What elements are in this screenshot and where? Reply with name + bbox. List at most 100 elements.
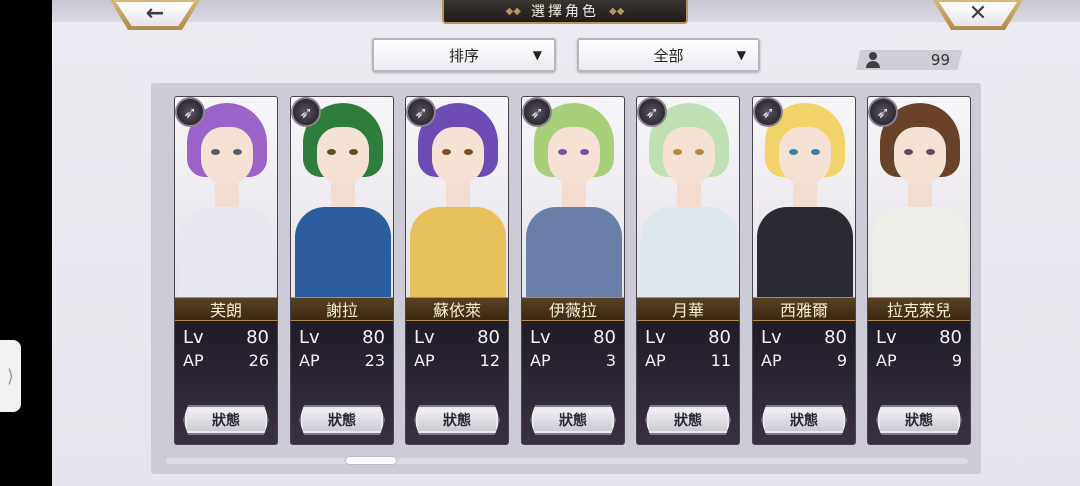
character-name: 月華: [637, 297, 739, 321]
level-value: 80: [824, 326, 847, 348]
level-value: 80: [362, 326, 385, 348]
ap-label: AP: [876, 350, 897, 370]
ap-label: AP: [761, 350, 782, 370]
character-card[interactable]: ➶ 蘇依萊 Lv 80 AP 12 狀態: [405, 96, 509, 445]
page-title: 選擇角色: [531, 4, 599, 20]
portrait-face: [201, 127, 253, 185]
level-row: Lv 80: [299, 326, 385, 348]
portrait-eye: [904, 149, 913, 155]
status-button[interactable]: 狀態: [645, 405, 731, 435]
character-card[interactable]: ➶ 月華 Lv 80 AP 11 狀態: [636, 96, 740, 445]
horizontal-scrollbar-track[interactable]: [166, 458, 968, 464]
ap-label: AP: [530, 350, 551, 370]
status-button[interactable]: 狀態: [414, 405, 500, 435]
portrait-outfit: [641, 207, 737, 299]
character-name: 芙朗: [175, 297, 277, 321]
ap-label: AP: [414, 350, 435, 370]
portrait-face: [779, 127, 831, 185]
ap-row: AP 3: [530, 349, 616, 371]
ap-value: 9: [836, 350, 847, 370]
portrait-outfit: [872, 207, 968, 299]
level-row: Lv 80: [645, 326, 731, 348]
portrait-face: [548, 127, 600, 185]
bow-icon: ➶: [291, 97, 321, 127]
portrait-eye: [926, 149, 935, 155]
portrait-neck: [793, 183, 817, 209]
ap-row: AP 9: [876, 349, 962, 371]
character-name: 謝拉: [291, 297, 393, 321]
level-value: 80: [246, 326, 269, 348]
back-arrow-icon: ←: [116, 2, 194, 26]
status-button[interactable]: 狀態: [876, 405, 962, 435]
character-name: 拉克萊兒: [868, 297, 970, 321]
level-label: Lv: [183, 326, 204, 348]
character-portrait: [406, 97, 508, 299]
crossbow-icon: ➶: [637, 97, 667, 127]
level-label: Lv: [299, 326, 320, 348]
portrait-face: [432, 127, 484, 185]
ap-row: AP 23: [299, 349, 385, 371]
chevron-down-icon: ▼: [532, 48, 542, 62]
bow-icon: ➶: [406, 97, 436, 127]
level-label: Lv: [876, 326, 897, 348]
character-card[interactable]: ➶ 西雅爾 Lv 80 AP 9 狀態: [752, 96, 856, 445]
portrait-eye: [580, 149, 589, 155]
sort-dropdown[interactable]: 排序 ▼: [372, 38, 556, 72]
level-label: Lv: [645, 326, 666, 348]
bow-icon: ➶: [175, 97, 205, 127]
chevron-down-icon: ▼: [736, 48, 746, 62]
level-value: 80: [708, 326, 731, 348]
status-button[interactable]: 狀態: [183, 405, 269, 435]
portrait-face: [894, 127, 946, 185]
character-card[interactable]: ➶ 拉克萊兒 Lv 80 AP 9 狀態: [867, 96, 971, 445]
side-panel-handle[interactable]: ⟩: [0, 340, 21, 412]
status-button[interactable]: 狀態: [299, 405, 385, 435]
level-row: Lv 80: [183, 326, 269, 348]
portrait-neck: [446, 183, 470, 209]
character-card[interactable]: ➶ 芙朗 Lv 80 AP 26 狀態: [174, 96, 278, 445]
level-value: 80: [939, 326, 962, 348]
title-ornament-right-icon: ◆◆: [609, 5, 625, 17]
level-row: Lv 80: [876, 326, 962, 348]
ap-value: 11: [710, 350, 731, 370]
filter-dropdown[interactable]: 全部 ▼: [577, 38, 760, 72]
ap-value: 23: [364, 350, 385, 370]
ap-row: AP 26: [183, 349, 269, 371]
portrait-outfit: [295, 207, 391, 299]
portrait-outfit: [410, 207, 506, 299]
ap-row: AP 12: [414, 349, 500, 371]
character-count-badge: 99: [856, 50, 962, 70]
character-portrait: [291, 97, 393, 299]
portrait-eye: [327, 149, 336, 155]
crossbow-icon: ➶: [868, 97, 898, 127]
status-button[interactable]: 狀態: [761, 405, 847, 435]
portrait-neck: [215, 183, 239, 209]
horizontal-scrollbar-thumb[interactable]: [345, 456, 397, 465]
portrait-eye: [695, 149, 704, 155]
portrait-outfit: [179, 207, 275, 299]
portrait-neck: [677, 183, 701, 209]
page-title-plate: ◆◆ 選擇角色 ◆◆: [442, 0, 688, 24]
ap-value: 12: [479, 350, 500, 370]
character-card[interactable]: ➶ 伊薇拉 Lv 80 AP 3 狀態: [521, 96, 625, 445]
character-portrait: [175, 97, 277, 299]
status-button[interactable]: 狀態: [530, 405, 616, 435]
level-label: Lv: [414, 326, 435, 348]
character-portrait: [868, 97, 970, 299]
portrait-eye: [464, 149, 473, 155]
close-icon: ✕: [939, 2, 1017, 26]
character-card[interactable]: ➶ 謝拉 Lv 80 AP 23 狀態: [290, 96, 394, 445]
portrait-eye: [789, 149, 798, 155]
character-portrait: [522, 97, 624, 299]
portrait-neck: [562, 183, 586, 209]
portrait-eye: [558, 149, 567, 155]
character-portrait: [637, 97, 739, 299]
ap-label: AP: [645, 350, 666, 370]
ap-row: AP 9: [761, 349, 847, 371]
ap-value: 3: [605, 350, 616, 370]
character-count: 99: [930, 51, 950, 69]
ap-value: 26: [248, 350, 269, 370]
character-name: 蘇依萊: [406, 297, 508, 321]
ap-label: AP: [299, 350, 320, 370]
portrait-eye: [211, 149, 220, 155]
